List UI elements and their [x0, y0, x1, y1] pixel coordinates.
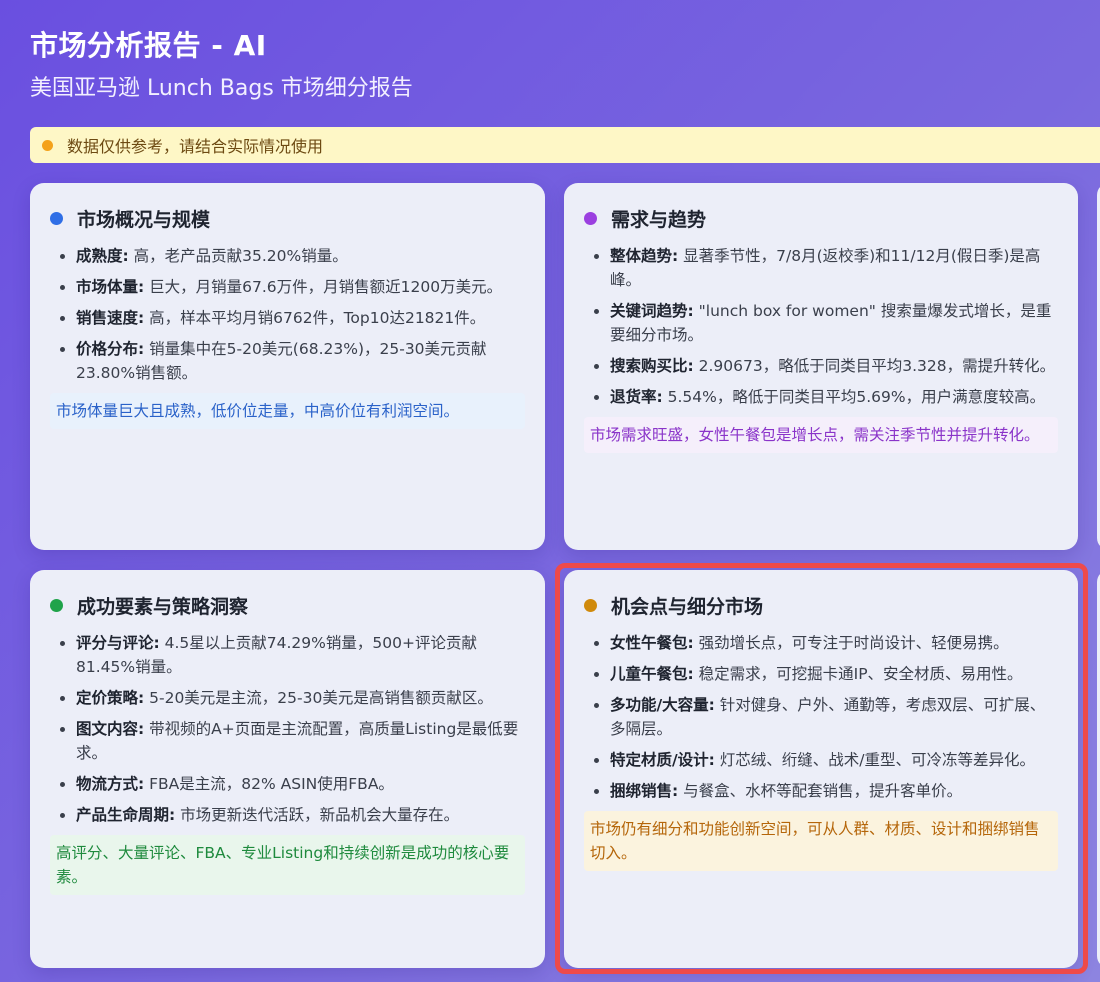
- item-key: 女性午餐包:: [610, 634, 694, 652]
- item-key: 市场体量:: [76, 278, 145, 296]
- card-list-item: 多功能/大容量: 针对健身、户外、通勤等，考虑双层、可扩展、多隔层。: [592, 693, 1058, 741]
- disclaimer-banner: 数据仅供参考，请结合实际情况使用: [30, 127, 1100, 163]
- disclaimer-text: 数据仅供参考，请结合实际情况使用: [67, 137, 324, 156]
- card-list-item: 特定材质/设计: 灯芯绒、绗缝、战术/重型、可冷冻等差异化。: [592, 748, 1058, 772]
- card-list-item: 销售速度: 高，样本平均月销6762件，Top10达21821件。: [58, 306, 525, 330]
- item-key: 捆绑销售:: [610, 782, 679, 800]
- orange-dot-icon: [584, 599, 597, 612]
- card-item-list: 整体趋势: 显著季节性，7/8月(返校季)和11/12月(假日季)是高峰。 关键词…: [584, 244, 1058, 409]
- card-list-item: 图文内容: 带视频的A+页面是主流配置，高质量Listing是最低要求。: [58, 717, 525, 765]
- card-list-item: 市场体量: 巨大，月销量67.6万件，月销售额近1200万美元。: [58, 275, 525, 299]
- item-key: 关键词趋势:: [610, 302, 694, 320]
- item-key: 图文内容:: [76, 720, 145, 738]
- item-key: 销售速度:: [76, 309, 145, 327]
- card-summary: 高评分、大量评论、FBA、专业Listing和持续创新是成功的核心要素。: [50, 835, 525, 895]
- item-key: 多功能/大容量:: [610, 696, 715, 714]
- card-title-text: 需求与趋势: [611, 209, 707, 231]
- card-title: 市场概况与规模: [50, 205, 525, 232]
- card-item-list: 女性午餐包: 强劲增长点，可专注于时尚设计、轻便易携。 儿童午餐包: 稳定需求，可…: [584, 631, 1058, 803]
- card-list-item: 产品生命周期: 市场更新迭代活跃，新品机会大量存在。: [58, 803, 525, 827]
- card-item-list: 评分与评论: 4.5星以上贡献74.29%销量，500+评论贡献81.45%销量…: [50, 631, 525, 827]
- card-title: 成功要素与策略洞察: [50, 592, 525, 619]
- card-summary: 市场体量巨大且成熟，低价位走量，中高价位有利润空间。: [50, 393, 525, 429]
- item-key: 产品生命周期:: [76, 806, 176, 824]
- card-market-overview: 市场概况与规模 成熟度: 高，老产品贡献35.20%销量。 市场体量: 巨大，月销…: [30, 183, 545, 550]
- card-list-item: 定价策略: 5-20美元是主流，25-30美元是高销售额贡献区。: [58, 686, 525, 710]
- item-key: 物流方式:: [76, 775, 145, 793]
- purple-dot-icon: [584, 212, 597, 225]
- card-demand-trends: 需求与趋势 整体趋势: 显著季节性，7/8月(返校季)和11/12月(假日季)是…: [564, 183, 1078, 550]
- item-value: 巨大，月销量67.6万件，月销售额近1200万美元。: [144, 278, 503, 296]
- card-opportunity-segments[interactable]: 机会点与细分市场 女性午餐包: 强劲增长点，可专注于时尚设计、轻便易携。 儿童午餐…: [564, 570, 1078, 968]
- item-key: 搜索购买比:: [610, 357, 694, 375]
- item-key: 整体趋势:: [610, 247, 679, 265]
- item-value: FBA是主流，82% ASIN使用FBA。: [144, 775, 394, 793]
- item-value: 高，样本平均月销6762件，Top10达21821件。: [144, 309, 486, 327]
- card-list-item: 关键词趋势: "lunch box for women" 搜索量爆发式增长，是重…: [592, 299, 1058, 347]
- item-value: 灯芯绒、绗缝、战术/重型、可冷冻等差异化。: [714, 751, 1036, 769]
- item-key: 评分与评论:: [76, 634, 160, 652]
- card-list-item: 整体趋势: 显著季节性，7/8月(返校季)和11/12月(假日季)是高峰。: [592, 244, 1058, 292]
- item-value: 与餐盒、水杯等配套销售，提升客单价。: [678, 782, 963, 800]
- card-list-item: 捆绑销售: 与餐盒、水杯等配套销售，提升客单价。: [592, 779, 1058, 803]
- item-key: 价格分布:: [76, 340, 145, 358]
- card-success-factors: 成功要素与策略洞察 评分与评论: 4.5星以上贡献74.29%销量，500+评论…: [30, 570, 545, 968]
- card-title: 需求与趋势: [584, 205, 1058, 232]
- item-value: 2.90673，略低于同类目平均3.328，需提升转化。: [693, 357, 1056, 375]
- card-list-item: 评分与评论: 4.5星以上贡献74.29%销量，500+评论贡献81.45%销量…: [58, 631, 525, 679]
- card-title: 机会点与细分市场: [584, 592, 1058, 619]
- card-item-list: 成熟度: 高，老产品贡献35.20%销量。 市场体量: 巨大，月销量67.6万件，…: [50, 244, 525, 385]
- card-title-text: 市场概况与规模: [77, 209, 211, 231]
- item-key: 退货率:: [610, 388, 663, 406]
- green-dot-icon: [50, 599, 63, 612]
- card-list-item: 物流方式: FBA是主流，82% ASIN使用FBA。: [58, 772, 525, 796]
- card-summary: 市场需求旺盛，女性午餐包是增长点，需关注季节性并提升转化。: [584, 417, 1058, 453]
- blue-dot-icon: [50, 212, 63, 225]
- card-list-item: 儿童午餐包: 稳定需求，可挖掘卡通IP、安全材质、易用性。: [592, 662, 1058, 686]
- item-value: 5-20美元是主流，25-30美元是高销售额贡献区。: [144, 689, 493, 707]
- card-summary: 市场仍有细分和功能创新空间，可从人群、材质、设计和捆绑销售切入。: [584, 811, 1058, 871]
- item-value: 稳定需求，可挖掘卡通IP、安全材质、易用性。: [693, 665, 1023, 683]
- card-title-text: 成功要素与策略洞察: [77, 596, 249, 618]
- warning-dot-icon: [42, 139, 53, 151]
- item-value: 强劲增长点，可专注于时尚设计、轻便易携。: [693, 634, 1009, 652]
- page-subtitle: 美国亚马逊 Lunch Bags 市场细分报告: [30, 76, 413, 101]
- item-key: 定价策略:: [76, 689, 145, 707]
- card-list-item: 成熟度: 高，老产品贡献35.20%销量。: [58, 244, 525, 268]
- card-list-item: 退货率: 5.54%，略低于同类目平均5.69%，用户满意度较高。: [592, 385, 1058, 409]
- card-title-text: 机会点与细分市场: [611, 596, 764, 618]
- item-value: 市场更新迭代活跃，新品机会大量存在。: [175, 806, 460, 824]
- item-key: 特定材质/设计:: [610, 751, 715, 769]
- page-title: 市场分析报告 - AI: [30, 29, 267, 62]
- card-list-item: 价格分布: 销量集中在5-20美元(68.23%)，25-30美元贡献23.80…: [58, 337, 525, 385]
- item-key: 儿童午餐包:: [610, 665, 694, 683]
- item-value: 高，老产品贡献35.20%销量。: [128, 247, 348, 265]
- item-key: 成熟度:: [76, 247, 129, 265]
- item-value: 5.54%，略低于同类目平均5.69%，用户满意度较高。: [662, 388, 1046, 406]
- card-list-item: 女性午餐包: 强劲增长点，可专注于时尚设计、轻便易携。: [592, 631, 1058, 655]
- card-list-item: 搜索购买比: 2.90673，略低于同类目平均3.328，需提升转化。: [592, 354, 1058, 378]
